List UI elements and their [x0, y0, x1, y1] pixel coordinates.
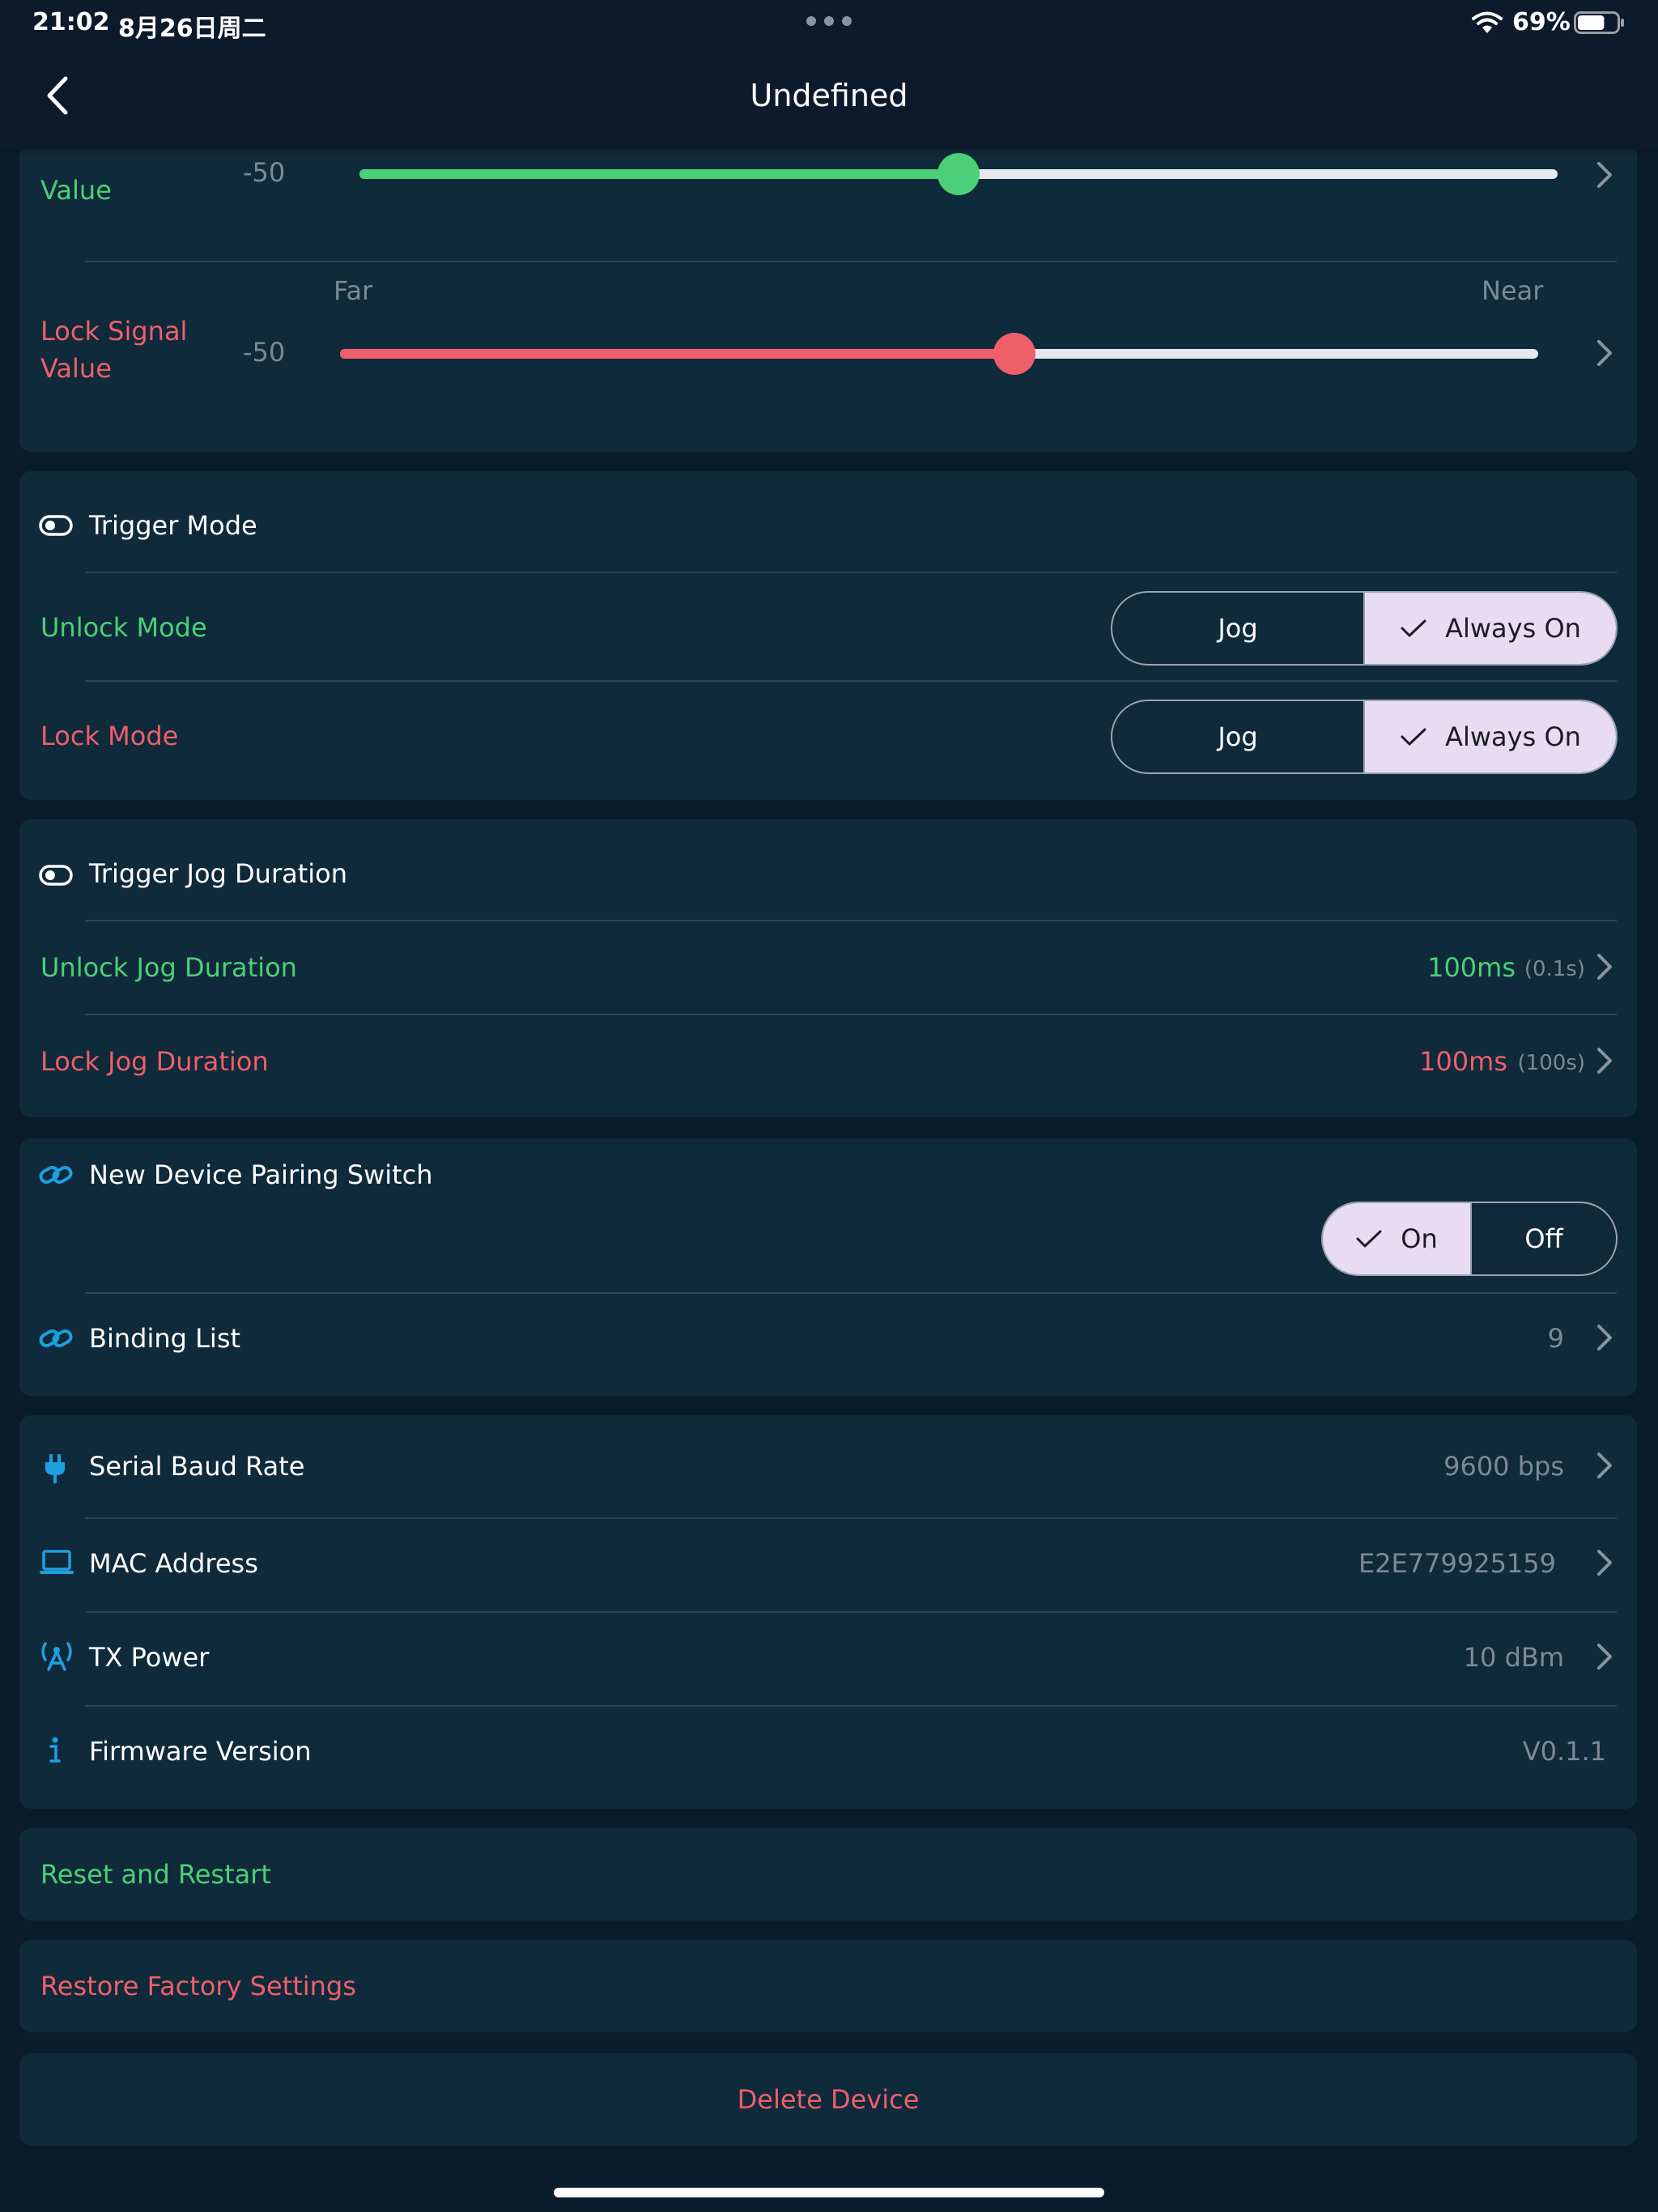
near-label: Near	[1482, 275, 1544, 306]
lock-mode-label: Lock Mode	[40, 721, 179, 751]
lock-jog-duration-row[interactable]: Lock Jog Duration 100ms (100s)	[19, 1015, 1637, 1108]
tx-power-value: 10 dBm	[1463, 1642, 1564, 1673]
pairing-switch-segmented[interactable]: On Off	[1321, 1202, 1618, 1276]
status-time: 21:02	[32, 8, 110, 36]
segment-label: Jog	[1218, 721, 1258, 752]
lock-signal-label-line2: Value	[40, 353, 112, 384]
lock-slider-fill	[340, 349, 1014, 359]
lock-mode-always-on-option[interactable]: Always On	[1363, 701, 1616, 772]
battery-icon	[1574, 11, 1624, 34]
jog-duration-card: Trigger Jog Duration Unlock Jog Duration…	[19, 819, 1637, 1117]
lock-signal-label-line1: Lock Signal	[40, 316, 188, 347]
checkmark-icon	[1401, 619, 1426, 637]
unlock-signal-value: -50	[243, 157, 286, 188]
reset-restart-label: Reset and Restart	[40, 1859, 271, 1890]
chevron-right-icon[interactable]	[1595, 1046, 1614, 1075]
trigger-mode-card: Trigger Mode Unlock Mode Jog Always On L…	[19, 471, 1637, 800]
chevron-right-icon[interactable]	[1595, 1548, 1614, 1577]
unlock-mode-always-on-option[interactable]: Always On	[1363, 593, 1616, 664]
pairing-switch-title: New Device Pairing Switch	[89, 1159, 433, 1190]
divider	[85, 572, 1617, 573]
binding-list-count: 9	[1547, 1323, 1564, 1354]
toggle-icon	[39, 865, 73, 886]
unlock-slider-thumb[interactable]	[937, 153, 980, 195]
chevron-right-icon[interactable]	[1595, 1323, 1614, 1352]
link-icon	[39, 1166, 73, 1184]
firmware-version-value: V0.1.1	[1522, 1736, 1606, 1767]
divider	[85, 261, 1617, 262]
mac-address-label: MAC Address	[89, 1548, 258, 1579]
delete-device-label: Delete Device	[737, 2084, 920, 2115]
tx-power-row[interactable]: TX Power 10 dBm	[19, 1613, 1637, 1705]
plug-icon	[45, 1454, 65, 1483]
unlock-signal-label: Value	[40, 175, 112, 206]
firmware-version-row: Firmware Version V0.1.1	[19, 1707, 1637, 1799]
wifi-icon	[1472, 11, 1503, 33]
lock-signal-value: -50	[243, 337, 286, 368]
unlock-mode-segmented[interactable]: Jog Always On	[1111, 591, 1618, 666]
multitasking-dots-icon[interactable]	[806, 16, 852, 28]
top-bar: 21:02 8月26日周二 69% Undefined	[0, 0, 1658, 149]
divider	[85, 680, 1617, 682]
baud-rate-label: Serial Baud Rate	[89, 1451, 305, 1482]
unlock-slider-fill	[359, 169, 959, 179]
info-icon	[49, 1737, 61, 1763]
binding-list-row[interactable]: Binding List 9	[19, 1294, 1637, 1386]
unlock-jog-duration-row[interactable]: Unlock Jog Duration 100ms (0.1s)	[19, 921, 1637, 1014]
trigger-mode-title: Trigger Mode	[89, 510, 257, 541]
chevron-right-icon[interactable]	[1595, 952, 1614, 981]
pairing-card: New Device Pairing Switch On Off Binding…	[19, 1138, 1637, 1396]
mac-address-row[interactable]: MAC Address E2E779925159	[19, 1519, 1637, 1611]
unlock-signal-slider[interactable]	[359, 153, 1558, 195]
segment-label: Off	[1524, 1223, 1563, 1254]
binding-list-label: Binding List	[89, 1323, 241, 1354]
firmware-version-label: Firmware Version	[89, 1736, 312, 1767]
far-label: Far	[334, 275, 373, 306]
mac-address-value: E2E779925159	[1358, 1548, 1556, 1579]
checkmark-icon	[1401, 728, 1426, 746]
reset-restart-button[interactable]: Reset and Restart	[19, 1828, 1637, 1921]
unlock-mode-label: Unlock Mode	[40, 612, 207, 643]
lock-mode-segmented[interactable]: Jog Always On	[1111, 700, 1618, 774]
lock-slider-thumb[interactable]	[993, 333, 1035, 375]
lock-jog-duration-label: Lock Jog Duration	[40, 1046, 269, 1077]
device-info-card: Serial Baud Rate 9600 bps MAC Address E2…	[19, 1415, 1637, 1809]
lock-jog-duration-hint: (100s)	[1517, 1051, 1585, 1075]
unlock-jog-duration-value: 100ms	[1427, 952, 1516, 983]
checkmark-icon	[1356, 1230, 1382, 1248]
delete-device-button[interactable]: Delete Device	[19, 2053, 1637, 2146]
link-icon	[39, 1329, 73, 1347]
segment-label: On	[1401, 1223, 1438, 1254]
baud-rate-row[interactable]: Serial Baud Rate 9600 bps	[19, 1415, 1637, 1519]
restore-factory-button[interactable]: Restore Factory Settings	[19, 1940, 1637, 2032]
battery-percent: 69%	[1512, 8, 1571, 36]
page-title: Undefined	[750, 78, 908, 113]
restore-factory-label: Restore Factory Settings	[40, 1971, 356, 2001]
chevron-right-icon[interactable]	[1595, 160, 1614, 189]
laptop-icon	[40, 1550, 74, 1574]
pairing-off-option[interactable]: Off	[1470, 1203, 1616, 1274]
toggle-icon	[39, 515, 73, 536]
status-date: 8月26日周二	[118, 15, 266, 43]
unlock-jog-duration-hint: (0.1s)	[1524, 957, 1585, 981]
tx-power-label: TX Power	[89, 1642, 210, 1673]
jog-duration-title: Trigger Jog Duration	[89, 858, 348, 889]
chevron-right-icon[interactable]	[1595, 1642, 1614, 1671]
lock-mode-jog-option[interactable]: Jog	[1112, 701, 1363, 772]
baud-rate-value: 9600 bps	[1443, 1451, 1564, 1482]
chevron-right-icon[interactable]	[1595, 338, 1614, 368]
segment-label: Jog	[1218, 613, 1258, 644]
unlock-mode-jog-option[interactable]: Jog	[1112, 593, 1363, 664]
pairing-on-option[interactable]: On	[1323, 1203, 1470, 1274]
lock-signal-slider[interactable]	[340, 333, 1538, 375]
segment-label: Always On	[1445, 721, 1581, 752]
chevron-right-icon[interactable]	[1595, 1451, 1614, 1480]
segment-label: Always On	[1445, 613, 1581, 644]
unlock-jog-duration-label: Unlock Jog Duration	[40, 952, 297, 983]
home-indicator[interactable]	[554, 2188, 1104, 2197]
device-settings-screen: 21:02 8月26日周二 69% Undefined Value -50 Fa…	[0, 0, 1658, 2212]
antenna-icon	[41, 1642, 72, 1671]
signal-value-card: Value -50	[19, 121, 1637, 452]
lock-jog-duration-value: 100ms	[1419, 1046, 1507, 1077]
